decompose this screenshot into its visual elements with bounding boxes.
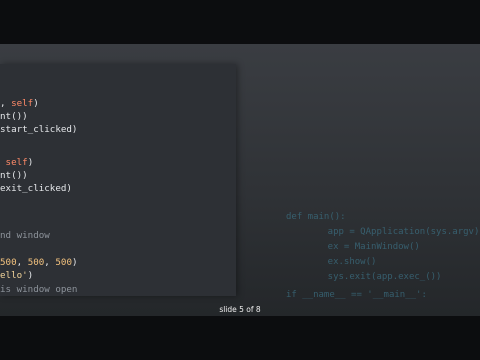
code-token: ) bbox=[27, 270, 34, 281]
code-token: ello' bbox=[0, 270, 28, 281]
background-code-line: sys.exit(app.exec_()) bbox=[306, 272, 442, 282]
code-line: , self) bbox=[0, 97, 39, 110]
code-token: ) bbox=[33, 98, 39, 109]
background-code-line: ex = MainWindow() bbox=[306, 242, 420, 252]
code-token: ) bbox=[71, 257, 78, 268]
code-line: start_clicked) bbox=[0, 123, 77, 136]
code-line: is window open bbox=[0, 283, 77, 296]
code-line: nd window bbox=[0, 229, 50, 242]
code-token: , bbox=[0, 98, 12, 109]
code-token: self bbox=[5, 157, 28, 168]
background-code-line: if __name__ == '__main__': bbox=[286, 290, 427, 300]
code-token: self bbox=[11, 98, 34, 109]
code-token: ) bbox=[27, 157, 34, 168]
code-token: nd window bbox=[0, 230, 50, 241]
background-code-line: ex.show() bbox=[306, 257, 377, 267]
code-line: 500, 500, 500) bbox=[0, 256, 78, 269]
bottom-letterbox bbox=[0, 316, 480, 360]
code-editor-panel: , self) nt()) start_clicked) self) nt())… bbox=[0, 64, 236, 296]
code-token: start_clicked) bbox=[0, 124, 78, 135]
code-token: , bbox=[44, 257, 56, 268]
top-letterbox bbox=[0, 0, 480, 44]
code-line: ello') bbox=[0, 269, 33, 282]
code-line: exit_clicked) bbox=[0, 182, 72, 195]
code-token: nt()) bbox=[0, 111, 28, 122]
code-line: self) bbox=[0, 156, 34, 169]
code-token: is window open bbox=[0, 284, 78, 295]
slide-counter: slide 5 of 8 bbox=[219, 305, 261, 314]
background-code-line: app = QApplication(sys.argv) bbox=[306, 227, 480, 237]
code-line: nt()) bbox=[0, 110, 28, 123]
code-token: , bbox=[16, 257, 28, 268]
code-token: exit_clicked) bbox=[0, 183, 72, 194]
code-token: 500 bbox=[55, 257, 72, 268]
background-code-line: def main(): bbox=[286, 212, 346, 222]
code-token: nt()) bbox=[0, 170, 28, 181]
code-token: 500 bbox=[27, 257, 45, 268]
slide-area: def main(): app = QApplication(sys.argv)… bbox=[0, 44, 480, 316]
code-line: nt()) bbox=[0, 169, 28, 182]
code-token: 500 bbox=[0, 257, 17, 268]
